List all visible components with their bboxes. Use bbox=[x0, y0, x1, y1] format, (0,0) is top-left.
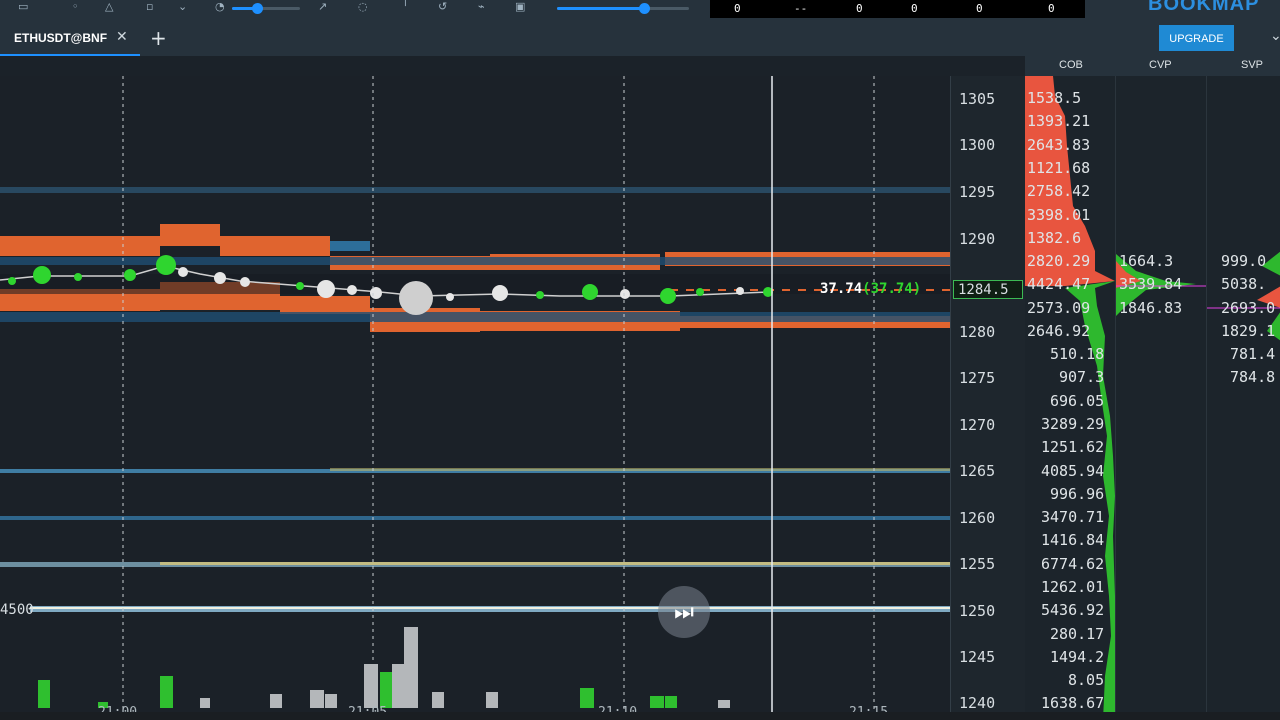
cob-value: 2820.29 bbox=[1027, 252, 1091, 270]
cvp-header[interactable]: CVP bbox=[1149, 59, 1172, 71]
drop-icon[interactable]: ◦ bbox=[72, 1, 79, 13]
cob-value: 4424.47 bbox=[1027, 275, 1091, 293]
price-axis[interactable]: 1305 1300 1295 1290 1280 1275 1270 1265 … bbox=[950, 76, 1026, 720]
cob-value: 2573.09 bbox=[1027, 299, 1091, 317]
cob-value: 1393.21 bbox=[1027, 112, 1091, 130]
cob-value: 2646.92 bbox=[1027, 322, 1091, 340]
price-tick: 1255 bbox=[959, 555, 996, 573]
price-tick: 1300 bbox=[959, 136, 996, 154]
svp-value: 781.4 bbox=[1230, 345, 1276, 363]
cob-value: 6774.62 bbox=[1041, 555, 1105, 573]
svp-value: 784.8 bbox=[1230, 368, 1276, 386]
cvp-bars bbox=[1116, 254, 1206, 316]
cob-value: 907.3 bbox=[1059, 368, 1105, 386]
tool-icon[interactable]: ⌁ bbox=[478, 1, 485, 13]
cob-value: 696.05 bbox=[1050, 392, 1105, 410]
refresh-icon[interactable]: ↺ bbox=[438, 1, 447, 13]
cob-value: 1251.62 bbox=[1041, 438, 1105, 456]
svp-bars bbox=[1207, 251, 1280, 341]
cob-value: 1638.67 bbox=[1041, 694, 1105, 712]
cob-value: 8.05 bbox=[1068, 671, 1105, 689]
brand-logo: BOOKMAP bbox=[1148, 0, 1260, 15]
cob-value: 4085.94 bbox=[1041, 462, 1105, 480]
cob-value: 1494.2 bbox=[1050, 648, 1105, 666]
price-tick: 1240 bbox=[959, 694, 996, 712]
current-price-marker: 1284.5 bbox=[953, 280, 1023, 299]
counter-2: -- bbox=[794, 2, 808, 15]
replay-skip-button[interactable]: ⏭ bbox=[658, 586, 710, 638]
counter-4: 0 bbox=[911, 2, 918, 15]
price-tick: 1250 bbox=[959, 602, 996, 620]
price-tick: 1265 bbox=[959, 462, 996, 480]
counters-bar: 0 -- 0 0 0 0 bbox=[710, 0, 1085, 18]
svp-value: 5038. bbox=[1221, 275, 1267, 293]
cob-value: 996.96 bbox=[1050, 485, 1105, 503]
tab-bar: ETHUSDT@BNF ✕ + UPGRADE ⌄ bbox=[0, 18, 1280, 56]
cob-header[interactable]: COB bbox=[1059, 59, 1083, 71]
cob-value: 5436.92 bbox=[1041, 601, 1105, 619]
svp-panel: 999.0 5038. 2693.0 1829.1 781.4 784.8 bbox=[1206, 76, 1280, 720]
svp-value: 999.0 bbox=[1221, 252, 1267, 270]
svp-header[interactable]: SVP bbox=[1241, 59, 1263, 71]
price-tick: 1305 bbox=[959, 90, 996, 108]
add-tab-icon[interactable]: + bbox=[150, 26, 167, 50]
left-edge-label: 4500 bbox=[0, 602, 34, 618]
copy-icon[interactable]: ▫ bbox=[146, 1, 153, 13]
trade-size-label: 37.74(37.74) bbox=[820, 281, 922, 297]
close-icon[interactable]: ✕ bbox=[116, 29, 128, 45]
cvp-value: 3539.84 bbox=[1119, 275, 1183, 293]
svp-value: 1829.1 bbox=[1221, 322, 1276, 340]
counter-5: 0 bbox=[976, 2, 983, 15]
cob-value: 510.18 bbox=[1050, 345, 1105, 363]
price-tick: 1295 bbox=[959, 183, 996, 201]
cob-value: 2643.83 bbox=[1027, 136, 1091, 154]
zoom-slider[interactable] bbox=[232, 3, 300, 14]
heatmap-chart[interactable]: 37.74(37.74) 4500 bbox=[0, 76, 950, 720]
panel-headers: COB CVP SVP bbox=[1025, 56, 1280, 76]
counter-3: 0 bbox=[856, 2, 863, 15]
pin-icon[interactable]: ╵ bbox=[402, 1, 409, 13]
pen-icon[interactable]: △ bbox=[105, 1, 113, 13]
counter-1: 0 bbox=[734, 2, 741, 15]
svp-value: 2693.0 bbox=[1221, 299, 1276, 317]
tab-label: ETHUSDT@BNF bbox=[14, 31, 108, 45]
bottom-strip bbox=[0, 712, 1280, 720]
cob-value: 1382.6 bbox=[1027, 229, 1082, 247]
chat-icon[interactable]: ◌ bbox=[358, 1, 368, 13]
price-tick: 1270 bbox=[959, 416, 996, 434]
arrow-icon[interactable]: ↗ bbox=[318, 1, 327, 13]
cvp-value: 1664.3 bbox=[1119, 252, 1174, 270]
cob-value: 3398.01 bbox=[1027, 206, 1091, 224]
clock-icon[interactable]: ◔ bbox=[215, 1, 225, 13]
cob-value: 1121.68 bbox=[1027, 159, 1091, 177]
cob-value: 1262.01 bbox=[1041, 578, 1105, 596]
price-tick: 1245 bbox=[959, 648, 996, 666]
zoom-slider-knob[interactable] bbox=[252, 3, 263, 14]
price-tick: 1275 bbox=[959, 369, 996, 387]
cvp-value: 1846.83 bbox=[1119, 299, 1183, 317]
price-tick: 1280 bbox=[959, 323, 996, 341]
price-tick: 1260 bbox=[959, 509, 996, 527]
cob-value: 3289.29 bbox=[1041, 415, 1105, 433]
cvp-panel: 1664.3 3539.84 1846.83 bbox=[1115, 76, 1206, 720]
price-tick: 1290 bbox=[959, 230, 996, 248]
cob-panel: 1538.5 1393.21 2643.83 1121.68 2758.42 3… bbox=[1025, 76, 1115, 720]
layout-icon[interactable]: ▭ bbox=[18, 1, 28, 13]
heatmap-svg bbox=[0, 76, 950, 720]
top-toolbar: ▭ ◦ △ ▫ ⌄ ◔ ↗ ◌ ╵ ↺ ⌁ ▣ 0 -- 0 0 0 0 BOO… bbox=[0, 0, 1280, 18]
chevron-down-icon[interactable]: ⌄ bbox=[1270, 28, 1280, 44]
cob-value: 2758.42 bbox=[1027, 182, 1091, 200]
dropdown-icon[interactable]: ⌄ bbox=[178, 1, 187, 13]
cob-value: 1416.84 bbox=[1041, 531, 1105, 549]
skip-forward-icon: ⏭ bbox=[674, 599, 694, 625]
tab-ethusdt[interactable]: ETHUSDT@BNF ✕ bbox=[0, 18, 140, 56]
lock-icon[interactable]: ▣ bbox=[515, 1, 525, 13]
cob-value: 1538.5 bbox=[1027, 89, 1082, 107]
contrast-slider-knob[interactable] bbox=[639, 3, 650, 14]
cob-value: 3470.71 bbox=[1041, 508, 1105, 526]
upgrade-button[interactable]: UPGRADE bbox=[1159, 25, 1234, 51]
counter-6: 0 bbox=[1048, 2, 1055, 15]
contrast-slider[interactable] bbox=[557, 3, 689, 14]
cob-value: 280.17 bbox=[1050, 625, 1105, 643]
